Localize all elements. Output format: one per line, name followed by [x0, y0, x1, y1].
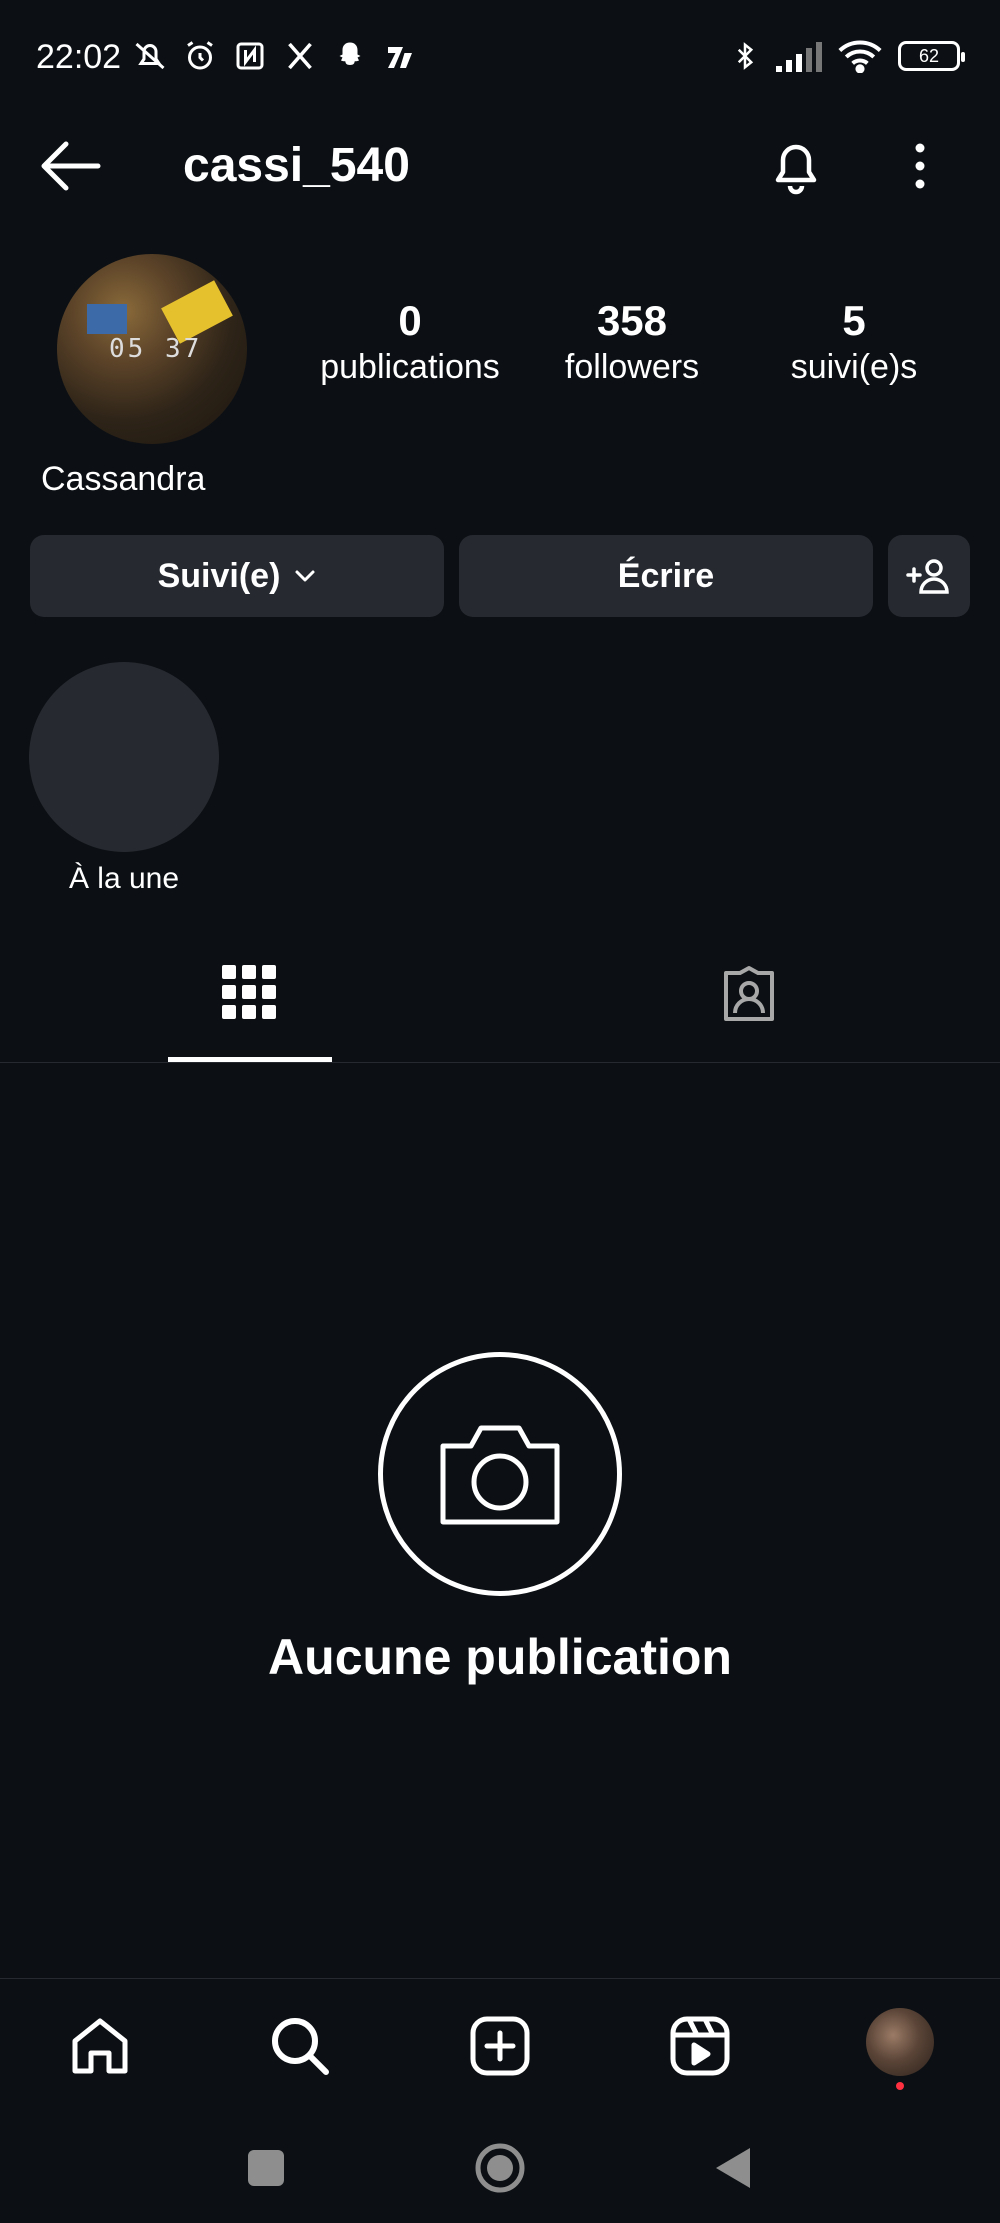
nav-reels[interactable]	[664, 2010, 736, 2082]
stat-label: suivi(e)s	[790, 348, 918, 387]
empty-state-title: Aucune publication	[268, 1629, 732, 1685]
tab-tagged[interactable]	[668, 965, 830, 1065]
camera-icon	[440, 1425, 560, 1525]
reels-icon	[670, 2016, 730, 2076]
message-button[interactable]: Écrire	[459, 535, 873, 617]
back-system-button[interactable]	[704, 2140, 760, 2196]
stat-publications: 0 publications	[300, 296, 520, 389]
nav-home[interactable]	[64, 2010, 136, 2082]
suggested-accounts-button[interactable]	[888, 535, 970, 617]
display-name: Cassandra	[41, 460, 206, 498]
nfc-icon	[236, 42, 264, 70]
stat-value: 358	[596, 297, 668, 344]
nav-create[interactable]	[464, 2010, 536, 2082]
silent-icon	[135, 42, 165, 70]
tagged-icon	[724, 966, 774, 1021]
more-vertical-icon	[915, 143, 925, 189]
nav-profile-avatar[interactable]	[866, 2008, 934, 2076]
home-icon	[72, 2018, 128, 2074]
home-system-button[interactable]	[472, 2140, 528, 2196]
status-right-icons: 62	[730, 38, 965, 74]
back-button[interactable]	[38, 136, 104, 196]
profile-username: cassi_540	[183, 139, 410, 192]
stat-label: followers	[564, 348, 700, 387]
empty-state-circle	[378, 1352, 622, 1596]
notification-dot	[896, 2082, 904, 2090]
battery-icon: 62	[898, 41, 965, 71]
bluetooth-icon	[737, 42, 754, 70]
back-arrow-icon	[41, 141, 101, 191]
bell-icon	[775, 144, 817, 195]
more-options-button[interactable]	[900, 136, 940, 196]
create-icon	[470, 2016, 530, 2076]
alarm-icon	[187, 41, 213, 70]
following-button[interactable]: Suivi(e)	[30, 535, 444, 617]
following-label: Suivi(e)	[157, 556, 281, 595]
profile-avatar[interactable]: 05 37	[57, 254, 247, 444]
grid-icon	[222, 965, 276, 1019]
wifi-icon	[838, 40, 882, 73]
status-left-icons	[132, 38, 418, 74]
highlight-circle[interactable]	[29, 662, 219, 852]
tab-posts-grid[interactable]	[168, 965, 330, 1065]
add-person-icon	[906, 559, 949, 594]
stat-value: 5	[842, 297, 866, 344]
highlight-label: À la une	[68, 862, 180, 895]
snapchat-icon	[339, 42, 361, 65]
recent-apps-button[interactable]	[238, 2140, 294, 2196]
battery-level: 62	[918, 45, 940, 66]
notifications-button[interactable]	[766, 134, 826, 196]
chevron-down-icon	[295, 570, 315, 582]
stat-value: 0	[398, 297, 422, 344]
stat-label: publications	[320, 348, 500, 387]
nav-search[interactable]	[264, 2010, 336, 2082]
avatar-detail	[87, 304, 127, 334]
status-time: 22:02	[36, 38, 122, 76]
stat-following[interactable]: 5 suivi(e)s	[744, 296, 964, 389]
x-icon	[288, 42, 312, 70]
tab-divider	[0, 1062, 1000, 1063]
zoom-app-icon	[388, 47, 412, 68]
triangle-back-icon	[716, 2148, 750, 2188]
stat-followers[interactable]: 358 followers	[522, 296, 742, 389]
message-label: Écrire	[617, 556, 715, 595]
search-icon	[272, 2018, 329, 2075]
square-icon	[248, 2150, 284, 2186]
signal-icon	[776, 42, 822, 72]
circle-icon	[475, 2143, 525, 2193]
avatar-clock-text: 05 37	[109, 334, 203, 364]
